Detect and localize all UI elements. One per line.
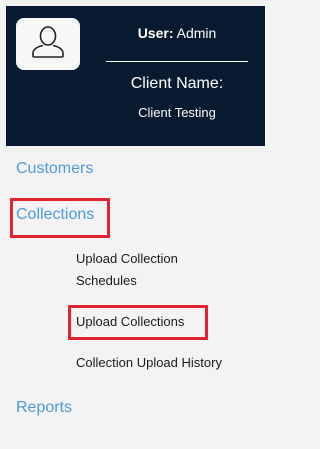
- nav-collections[interactable]: Collections: [16, 206, 94, 224]
- nav-customers[interactable]: Customers: [16, 160, 93, 178]
- nav-collection-upload-history[interactable]: Collection Upload History: [76, 352, 222, 374]
- user-line: User: Admin: [106, 25, 248, 41]
- nav-upload-collection-schedules[interactable]: Upload Collection Schedules: [76, 248, 226, 292]
- user-icon: [28, 22, 68, 67]
- avatar: [16, 18, 80, 70]
- user-label: User:: [137, 25, 174, 41]
- header-divider: [106, 61, 248, 62]
- nav-upload-collections[interactable]: Upload Collections: [76, 311, 184, 333]
- nav-reports[interactable]: Reports: [16, 399, 72, 417]
- user-name: Admin: [176, 25, 217, 41]
- user-header: User: Admin Client Name: Client Testing: [6, 6, 265, 146]
- client-name-value: Client Testing: [138, 105, 216, 120]
- client-name-label: Client Name:: [130, 75, 224, 92]
